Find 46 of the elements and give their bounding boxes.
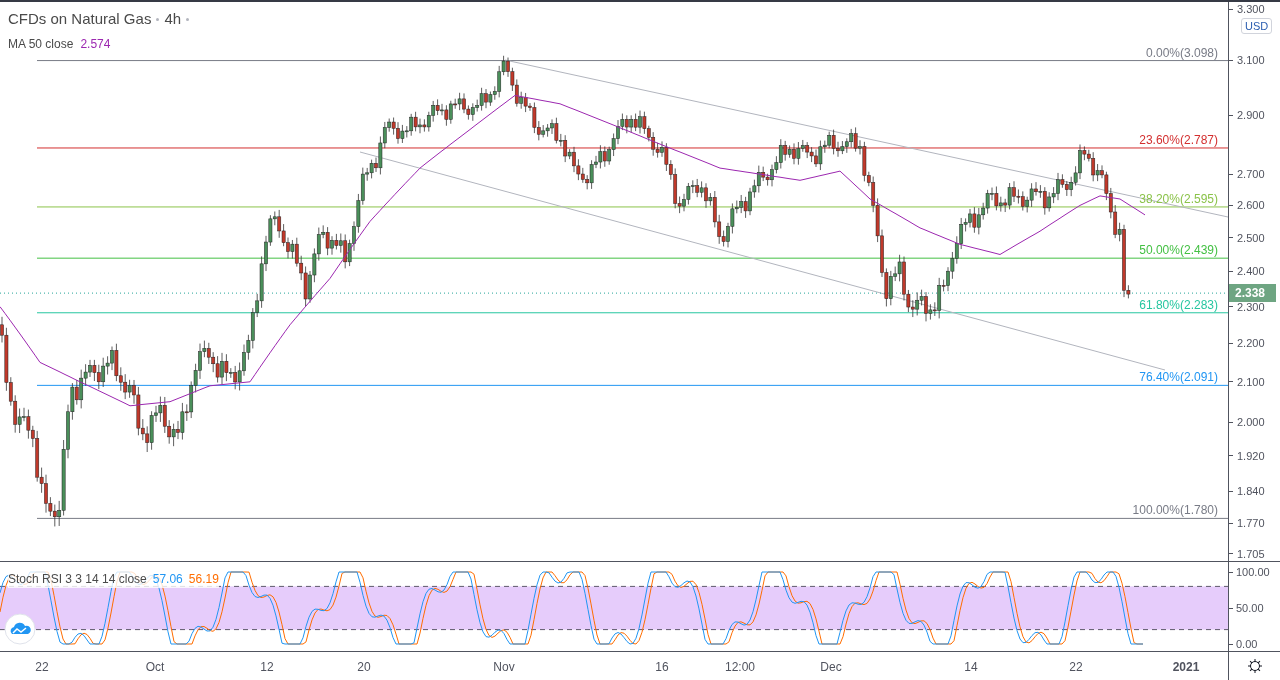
time-tick-label: 22 <box>1069 660 1083 674</box>
price-tick-label: 2.600 <box>1237 198 1265 213</box>
currency-badge[interactable]: USD <box>1241 18 1273 34</box>
indicator-value: 56.19 <box>188 571 219 588</box>
price-tick-label: 1.705 <box>1237 546 1265 561</box>
fib-level-label: 100.00%(1.780) <box>1132 503 1218 518</box>
price-tick-label: 2.200 <box>1237 336 1265 351</box>
time-tick-label: 2021 <box>1172 660 1200 674</box>
indicator-value: 57.06 <box>152 571 183 588</box>
fib-level-label: 0.00%(3.098) <box>1145 45 1218 60</box>
interval-label: 4h <box>164 9 182 29</box>
last-price-badge: 2.338 <box>1229 284 1276 303</box>
fib-level-label: 23.60%(2.787) <box>1139 132 1218 147</box>
indicator-label: MA 50 close <box>8 35 74 53</box>
price-tick-label: 2.000 <box>1237 415 1265 430</box>
fib-level-label: 61.80%(2.283) <box>1139 297 1218 312</box>
indicator-label: Stoch RSI 3 3 14 14 close <box>8 571 147 588</box>
price-tick-label: 2.100 <box>1237 374 1265 389</box>
time-tick-label: Nov <box>493 660 515 674</box>
price-tick-label: 1.840 <box>1237 484 1265 498</box>
time-tick-label: 12:00 <box>725 660 755 674</box>
settings-icon[interactable] <box>1246 658 1263 674</box>
time-tick-label: 22 <box>35 660 49 674</box>
stoch-tick-label: 50.00 <box>1236 601 1264 615</box>
indicator-value: 2.574 <box>80 35 111 53</box>
price-tick-label: 1.770 <box>1237 516 1265 531</box>
fib-level-label: 50.00%(2.439) <box>1139 243 1218 258</box>
price-tick-label: 2.400 <box>1237 264 1265 279</box>
price-tick-label: 3.100 <box>1237 53 1265 68</box>
stoch-tick-label: 100.00 <box>1236 565 1270 579</box>
symbol-title: CFDs on Natural Gas <box>8 9 152 29</box>
stoch-tick-label: 0.00 <box>1236 637 1258 651</box>
price-tick-label: 3.300 <box>1237 2 1265 16</box>
time-tick-label: 12 <box>260 660 274 674</box>
price-tick-label: 1.920 <box>1237 448 1265 463</box>
cloud-logo-icon[interactable] <box>4 613 36 645</box>
fib-level-label: 38.20%(2.595) <box>1139 191 1218 206</box>
price-tick-label: 2.700 <box>1237 167 1265 182</box>
fib-level-label: 76.40%(2.091) <box>1139 370 1218 385</box>
time-tick-label: 14 <box>964 660 978 674</box>
price-tick-label: 2.500 <box>1237 230 1265 245</box>
price-tick-label: 2.900 <box>1237 108 1265 123</box>
time-tick-label: 16 <box>655 660 669 674</box>
time-tick-label: Oct <box>145 660 165 674</box>
time-tick-label: 20 <box>357 660 371 674</box>
time-tick-label: Dec <box>820 660 842 674</box>
